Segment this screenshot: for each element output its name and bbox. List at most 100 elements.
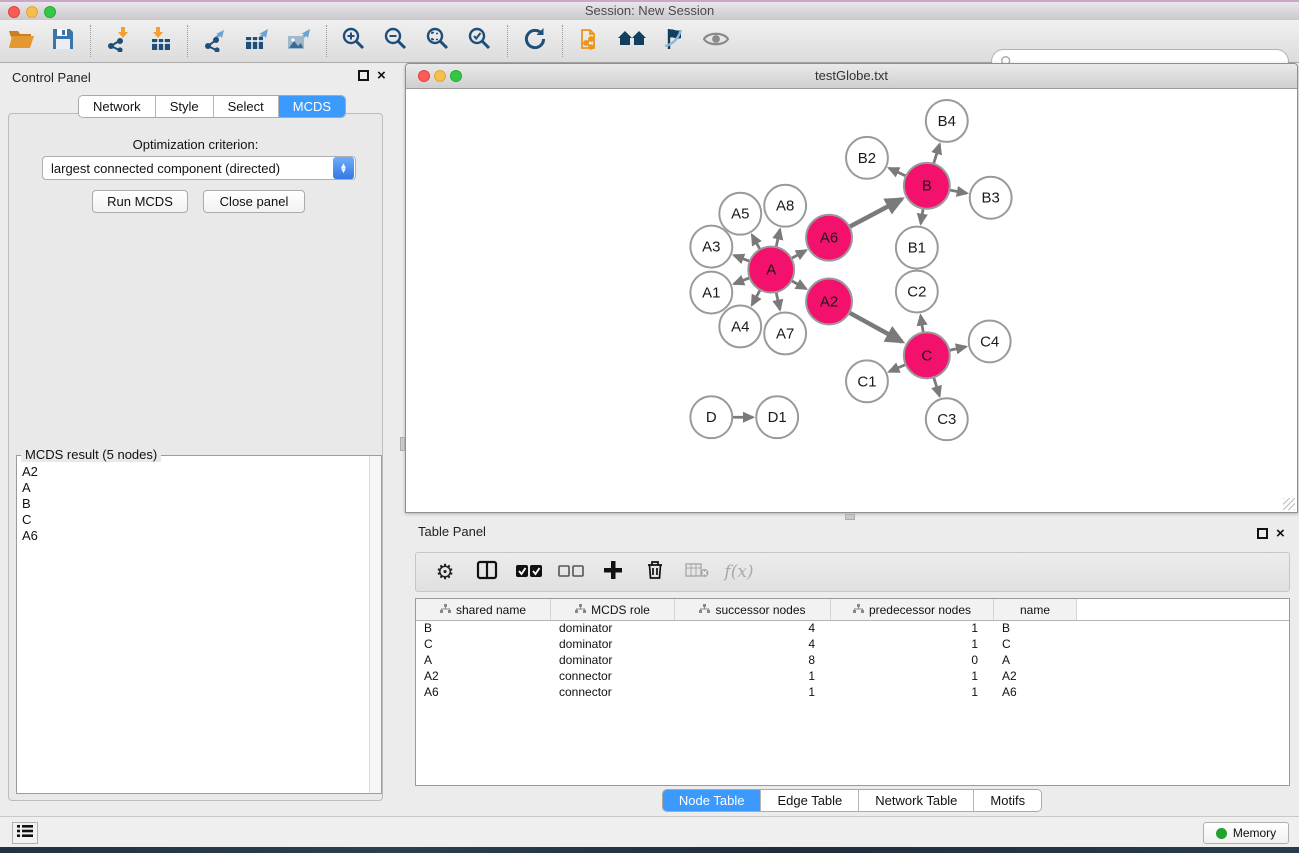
cell[interactable]: A: [994, 653, 1077, 669]
network-window-titlebar[interactable]: testGlobe.txt: [406, 64, 1297, 89]
edge-A6-B[interactable]: [849, 199, 901, 227]
tab-select[interactable]: Select: [214, 96, 279, 117]
cell[interactable]: 4: [675, 637, 831, 653]
cell[interactable]: 1: [831, 621, 994, 637]
close-panel-button[interactable]: Close panel: [203, 190, 305, 213]
network-canvas[interactable]: B4B2BB3A8A5A6A3B1AA1C2A2A4A7C4CC1DD1C3: [406, 89, 1297, 512]
node-B1[interactable]: B1: [896, 227, 938, 269]
table-row[interactable]: Adominator80A: [416, 653, 1289, 669]
edge-A-A3[interactable]: [734, 255, 750, 261]
column-layout-button[interactable]: [470, 557, 504, 587]
edge-C-C2[interactable]: [921, 316, 924, 333]
save-session-button[interactable]: [43, 24, 83, 58]
node-A5[interactable]: A5: [719, 193, 761, 235]
net-minimize-traffic-light[interactable]: [434, 70, 446, 82]
edge-B-B3[interactable]: [949, 190, 966, 193]
edge-B-B1[interactable]: [921, 208, 923, 223]
network-from-selection-button[interactable]: [570, 24, 610, 58]
cell[interactable]: 1: [831, 637, 994, 653]
net-close-traffic-light[interactable]: [418, 70, 430, 82]
node-A8[interactable]: A8: [764, 185, 806, 227]
hide-selected-button[interactable]: [654, 24, 694, 58]
table-tab-node-table[interactable]: Node Table: [663, 790, 762, 811]
edge-C-C4[interactable]: [949, 347, 966, 351]
result-item[interactable]: C: [22, 512, 368, 528]
cell[interactable]: A: [416, 653, 551, 669]
tab-style[interactable]: Style: [156, 96, 214, 117]
cell[interactable]: dominator: [551, 637, 675, 653]
node-B2[interactable]: B2: [846, 137, 888, 179]
cell[interactable]: B: [416, 621, 551, 637]
task-history-button[interactable]: [12, 822, 38, 844]
edge-C-C3[interactable]: [934, 377, 940, 396]
export-table-button[interactable]: [237, 24, 277, 58]
criterion-dropdown[interactable]: largest connected component (directed) ▲…: [42, 156, 356, 180]
node-A1[interactable]: A1: [690, 272, 732, 314]
deselect-all-columns-button[interactable]: [554, 557, 588, 587]
zoom-traffic-light[interactable]: [44, 6, 56, 18]
edge-C-C1[interactable]: [889, 364, 906, 371]
edge-B-B4[interactable]: [934, 144, 940, 164]
edge-A-A6[interactable]: [791, 250, 806, 258]
result-item[interactable]: A6: [22, 528, 368, 544]
column-header-successor-nodes[interactable]: successor nodes: [675, 599, 831, 620]
network-graph[interactable]: B4B2BB3A8A5A6A3B1AA1C2A2A4A7C4CC1DD1C3: [406, 89, 1297, 512]
import-network-button[interactable]: [98, 24, 138, 58]
node-A3[interactable]: A3: [690, 226, 732, 268]
edge-A-A7[interactable]: [776, 292, 780, 310]
export-image-button[interactable]: [279, 24, 319, 58]
table-row[interactable]: A2connector11A2: [416, 669, 1289, 685]
node-C2[interactable]: C2: [896, 271, 938, 313]
table-settings-button[interactable]: ⚙: [428, 557, 462, 587]
edge-A-A4[interactable]: [752, 290, 760, 305]
node-A7[interactable]: A7: [764, 312, 806, 354]
close-panel-icon[interactable]: ×: [377, 70, 386, 81]
table-row[interactable]: A6connector11A6: [416, 685, 1289, 701]
tab-network[interactable]: Network: [79, 96, 156, 117]
column-header-shared-name[interactable]: shared name: [416, 599, 551, 620]
cell[interactable]: connector: [551, 685, 675, 701]
float-table-panel-icon[interactable]: [1257, 528, 1268, 539]
column-header-MCDS-role[interactable]: MCDS role: [551, 599, 675, 620]
select-all-columns-button[interactable]: [512, 557, 546, 587]
zoom-selected-button[interactable]: [460, 24, 500, 58]
cell[interactable]: 1: [675, 685, 831, 701]
cell[interactable]: A6: [416, 685, 551, 701]
cell[interactable]: 0: [831, 653, 994, 669]
table-tab-edge-table[interactable]: Edge Table: [761, 790, 859, 811]
cell[interactable]: A6: [994, 685, 1077, 701]
node-A4[interactable]: A4: [719, 305, 761, 347]
cell[interactable]: connector: [551, 669, 675, 685]
cell[interactable]: dominator: [551, 621, 675, 637]
table-tab-network-table[interactable]: Network Table: [859, 790, 974, 811]
import-table-button[interactable]: [140, 24, 180, 58]
edge-B-B2[interactable]: [889, 168, 906, 176]
zoom-out-button[interactable]: [376, 24, 416, 58]
cell[interactable]: 1: [675, 669, 831, 685]
result-item[interactable]: A: [22, 480, 368, 496]
node-B[interactable]: B: [904, 163, 950, 209]
cell[interactable]: C: [994, 637, 1077, 653]
cell[interactable]: B: [994, 621, 1077, 637]
result-scrollbar[interactable]: [369, 456, 381, 793]
cell[interactable]: 1: [831, 685, 994, 701]
node-A6[interactable]: A6: [806, 215, 852, 261]
node-B4[interactable]: B4: [926, 100, 968, 142]
node-C[interactable]: C: [904, 332, 950, 378]
cell[interactable]: 1: [831, 669, 994, 685]
node-D1[interactable]: D1: [756, 396, 798, 438]
minimize-traffic-light[interactable]: [26, 6, 38, 18]
tab-mcds[interactable]: MCDS: [279, 96, 345, 117]
net-zoom-traffic-light[interactable]: [450, 70, 462, 82]
zoom-fit-button[interactable]: [418, 24, 458, 58]
node-D[interactable]: D: [690, 396, 732, 438]
cell[interactable]: 8: [675, 653, 831, 669]
edge-A-A8[interactable]: [776, 229, 780, 247]
column-header-name[interactable]: name: [994, 599, 1077, 620]
export-network-button[interactable]: [195, 24, 235, 58]
node-C3[interactable]: C3: [926, 398, 968, 440]
table-row[interactable]: Cdominator41C: [416, 637, 1289, 653]
delete-table-button[interactable]: [680, 557, 714, 587]
close-traffic-light[interactable]: [8, 6, 20, 18]
open-file-button[interactable]: [1, 24, 41, 58]
